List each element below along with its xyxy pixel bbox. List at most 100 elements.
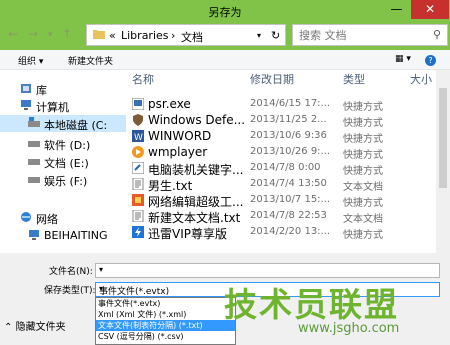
search-icon[interactable]: ⚲ — [433, 28, 441, 41]
file-type: 快捷方式 — [343, 166, 383, 177]
breadcrumb-documents[interactable]: 文档 — [181, 29, 203, 45]
address-bar[interactable]: « Libraries › 文档 ▾ ↻ — [86, 24, 286, 46]
file-row[interactable]: Windows Defe... 2013/11/25 2... 快捷方式 — [130, 112, 450, 129]
sidebar-item-computer[interactable]: 计算机 — [0, 97, 126, 114]
close-button[interactable]: ✕ — [411, 0, 449, 19]
file-type: 快捷方式 — [343, 118, 383, 129]
column-header-size[interactable]: 大小 — [410, 70, 432, 90]
drive-icon — [28, 159, 40, 165]
sidebar-item-drive-e[interactable]: 文档 (E:) — [0, 153, 126, 170]
app-shortcut-icon — [132, 194, 144, 206]
network-icon — [21, 212, 31, 222]
sidebar-item-label: 库 — [36, 84, 47, 97]
up-arrow-icon[interactable]: ↑ — [62, 27, 72, 41]
sidebar-item-beihaiting[interactable]: BEIHAITING — [0, 227, 126, 244]
svg-text:W: W — [134, 133, 143, 142]
computer-icon — [21, 100, 31, 110]
file-type: 快捷方式 — [343, 230, 383, 241]
file-name: psr.exe — [148, 97, 191, 111]
address-row: ← → ▾ ↑ « Libraries › 文档 ▾ ↻ ⚲ — [0, 22, 450, 48]
shield-icon — [133, 114, 143, 126]
file-type: 快捷方式 — [343, 198, 383, 209]
address-dropdown-icon[interactable]: ▾ — [257, 31, 261, 40]
filetype-dropdown: 事件文件(*.evtx) Xml (Xml 文件) (*.xml) 文本文件(制… — [95, 297, 236, 345]
file-date: 2014/2/20 13:... — [250, 226, 331, 237]
filetype-select[interactable]: 事件文件(*.evtx) ▾ — [95, 282, 440, 297]
filetype-label: 保存类型(T): — [44, 286, 96, 296]
sidebar-item-network[interactable]: 网络 — [0, 209, 126, 226]
navigation-pane: 库 计算机 本地磁盘 (C: 软件 (D:) 文档 (E:) 娱乐 (F:) 网… — [0, 70, 126, 253]
file-date: 2013/10/7 15:... — [250, 194, 331, 205]
column-header-type[interactable]: 类型 — [343, 70, 365, 90]
filetype-option[interactable]: CSV (逗号分隔) (*.csv) — [96, 331, 235, 342]
file-row[interactable]: 电脑装机关键字... 2014/7/8 0:00 快捷方式 — [130, 160, 450, 177]
search-input[interactable] — [299, 28, 419, 43]
filetype-option-selected[interactable]: 文本文件(制表符分隔) (*.txt) — [96, 320, 235, 331]
sidebar-item-libraries[interactable]: 库 — [0, 80, 126, 97]
save-form: 文件名(N): ▾ 保存类型(T): 事件文件(*.evtx) ▾ 事件文件(*… — [0, 253, 450, 345]
file-name: 迅雷VIP尊享版 — [148, 227, 227, 241]
filename-field[interactable]: ▾ — [95, 263, 440, 278]
file-list: 名称 修改日期 类型 大小 psr.exe 2014/6/15 17:... 快… — [130, 70, 450, 253]
sidebar-item-drive-f[interactable]: 娱乐 (F:) — [0, 171, 126, 188]
thunder-icon — [132, 226, 144, 238]
file-name: wmplayer — [148, 145, 208, 159]
sidebar-item-drive-d[interactable]: 软件 (D:) — [0, 135, 126, 152]
sidebar-item-drive-c[interactable]: 本地磁盘 (C: — [0, 115, 126, 132]
save-as-dialog: 另存为 — ✕ ← → ▾ ↑ « Libraries › 文档 ▾ ↻ ⚲ 组… — [0, 0, 450, 345]
file-row[interactable]: wmplayer 2013/10/26 9:... 快捷方式 — [130, 144, 450, 161]
file-type: 快捷方式 — [343, 150, 383, 161]
filetype-option[interactable]: Xml (Xml 文件) (*.xml) — [96, 309, 235, 320]
scrollbar-thumb[interactable] — [439, 88, 447, 188]
help-icon[interactable]: ? — [425, 55, 436, 66]
chevron-down-icon[interactable]: ▾ — [99, 284, 435, 293]
file-row[interactable]: 男生.txt 2014/7/4 13:50 文本文档 — [130, 176, 450, 193]
hide-folders-toggle[interactable]: ⌃ 隐藏文件夹 — [4, 318, 66, 333]
filetype-option[interactable]: 事件文件(*.evtx) — [96, 298, 235, 309]
sidebar-item-label: 娱乐 (F:) — [44, 175, 88, 188]
sidebar-item-label: 软件 (D:) — [44, 139, 91, 152]
file-date: 2013/10/6 9:36 — [250, 130, 327, 141]
organize-button[interactable]: 组织 ▾ — [18, 54, 43, 67]
minimize-button[interactable]: — — [383, 0, 410, 19]
filename-label: 文件名(N): — [49, 267, 93, 277]
drive-icon — [28, 177, 40, 183]
text-file-icon — [132, 210, 144, 222]
file-row[interactable]: psr.exe 2014/6/15 17:... 快捷方式 — [130, 96, 450, 113]
chevron-down-icon[interactable]: ▾ — [48, 30, 53, 40]
file-type: 文本文档 — [343, 214, 383, 225]
drive-icon — [28, 117, 40, 127]
column-header-modified[interactable]: 修改日期 — [250, 70, 294, 90]
vertical-scrollbar[interactable] — [436, 70, 450, 253]
file-row[interactable]: 迅雷VIP尊享版 2014/2/20 13:... 快捷方式 — [130, 224, 450, 241]
hide-folders-label: 隐藏文件夹 — [15, 322, 66, 333]
new-folder-button[interactable]: 新建文件夹 — [68, 54, 113, 67]
sidebar-item-label: 本地磁盘 (C: — [44, 119, 108, 132]
sidebar-item-label: 文档 (E:) — [44, 157, 89, 170]
word-icon: W — [132, 130, 144, 142]
file-row[interactable]: 网络编辑超级工... 2013/10/7 15:... 快捷方式 — [130, 192, 450, 209]
text-file-icon — [132, 178, 144, 190]
view-options-icon[interactable]: ▦ ▾ — [395, 54, 411, 64]
address-overflow-chevron[interactable]: « — [109, 29, 116, 42]
chevron-up-icon: ⌃ — [4, 322, 13, 333]
back-icon[interactable]: ← — [8, 27, 18, 41]
file-date: 2014/7/8 22:53 — [250, 210, 327, 221]
drive-icon — [28, 141, 40, 147]
sidebar-item-label: 计算机 — [36, 101, 69, 114]
file-row[interactable]: W WINWORD 2013/10/6 9:36 快捷方式 — [130, 128, 450, 145]
file-name: Windows Defe... — [148, 113, 246, 127]
breadcrumb-libraries[interactable]: Libraries — [121, 29, 169, 42]
sidebar-item-label: 网络 — [36, 213, 58, 226]
file-date: 2014/6/15 17:... — [250, 98, 331, 109]
column-header-name[interactable]: 名称 — [132, 70, 154, 90]
file-row[interactable]: 新建文本文档.txt 2014/7/8 22:53 文本文档 — [130, 208, 450, 225]
chevron-down-icon[interactable]: ▾ — [99, 265, 435, 274]
title-bar: 另存为 — ✕ — [0, 0, 450, 22]
media-player-icon — [132, 146, 144, 158]
forward-icon[interactable]: → — [28, 27, 38, 41]
file-date: 2014/7/8 0:00 — [250, 162, 321, 173]
file-date: 2013/10/26 9:... — [250, 146, 331, 157]
file-date: 2014/7/4 13:50 — [250, 178, 327, 189]
refresh-icon[interactable]: ↻ — [271, 29, 280, 42]
